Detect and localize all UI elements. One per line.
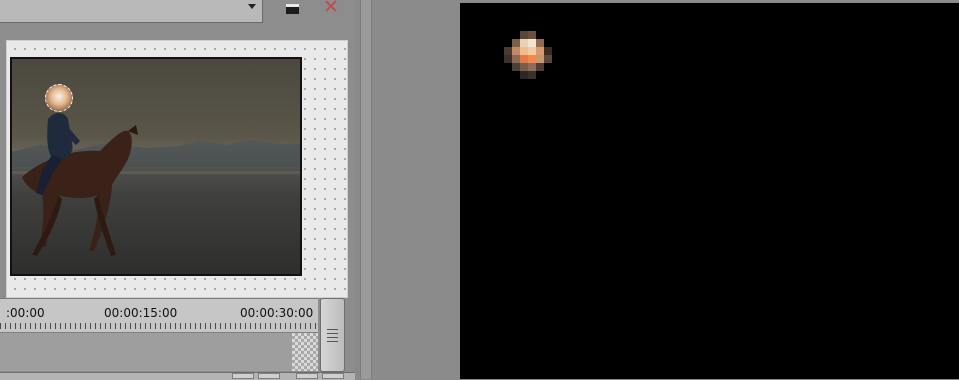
source-video-frame[interactable]	[10, 57, 302, 276]
dropdown-caret-icon[interactable]	[248, 4, 256, 9]
preset-dropdown[interactable]	[0, 0, 263, 23]
keyframe-track[interactable]	[0, 332, 318, 371]
ruler-label-start: :00:00	[6, 306, 45, 320]
pixelated-face-blob	[504, 31, 552, 87]
scrollbar-grip-icon	[327, 329, 338, 330]
middle-gray-panel	[372, 0, 460, 379]
toolbar-button[interactable]	[296, 373, 318, 379]
vertical-scrollbar-thumb[interactable]	[320, 298, 345, 372]
toolbar-button[interactable]	[232, 373, 254, 379]
ruler-ticks	[0, 323, 318, 329]
scrollbar-grip-icon	[327, 341, 338, 342]
timeline-ruler[interactable]: :00:00 00:00:15:00 00:00:30:00	[0, 298, 318, 333]
ruler-label-30s: 00:00:30:00	[240, 306, 314, 320]
close-icon[interactable]: ✕	[320, 0, 342, 17]
track-end-pattern	[292, 333, 318, 371]
ruler-label-15s: 00:00:15:00	[104, 306, 178, 320]
toolbar-button[interactable]	[322, 373, 344, 379]
mask-editor-panel: ✕ :00:00 00:00:15:00 00:00:30:00	[0, 0, 355, 380]
panel-splitter[interactable]	[360, 0, 372, 379]
save-icon	[285, 4, 299, 14]
scrollbar-grip-icon	[327, 337, 338, 338]
scrollbar-grip-icon	[327, 333, 338, 334]
save-preset-button[interactable]	[283, 2, 301, 16]
output-preview	[460, 3, 959, 379]
blur-mask-handle[interactable]	[45, 84, 73, 112]
toolbar-button[interactable]	[258, 373, 280, 379]
